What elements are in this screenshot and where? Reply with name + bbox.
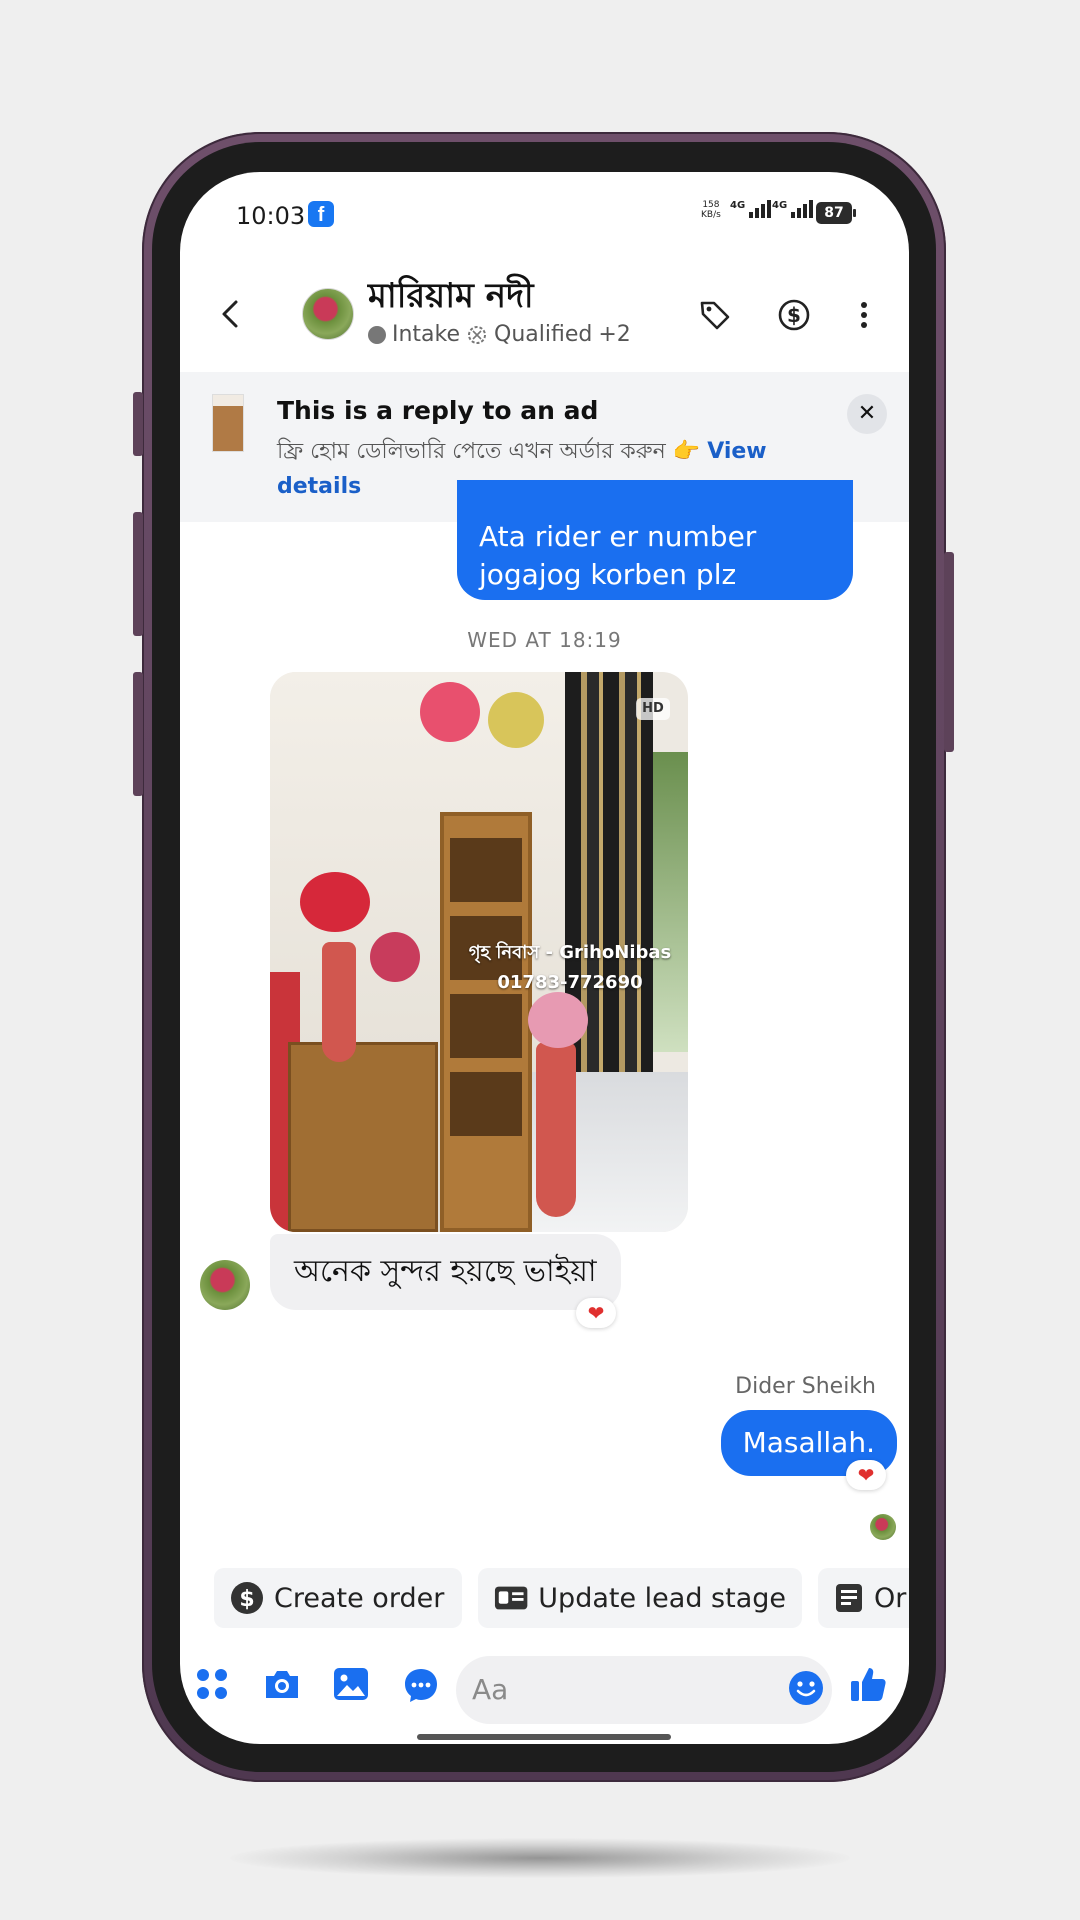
create-order-chip[interactable]: $ Create order: [214, 1568, 462, 1628]
dollar-circle-icon: $: [231, 1582, 263, 1614]
contact-avatar[interactable]: [302, 288, 354, 340]
back-arrow-icon[interactable]: [212, 294, 252, 334]
lead-stage-row[interactable]: Intake Qualified +2: [368, 322, 631, 347]
photo-message[interactable]: HD গৃহ নিবাস - GrihoNibas 01783-772690: [270, 672, 688, 1232]
more-options-icon[interactable]: [852, 298, 876, 332]
stage-intake: Intake: [392, 322, 461, 347]
message-input[interactable]: Aa: [456, 1656, 832, 1724]
order-chip[interactable]: Or: [818, 1568, 909, 1628]
heart-reaction-icon[interactable]: ❤: [846, 1460, 886, 1490]
watermark-brand: গৃহ নিবাস - GrihoNibas: [468, 942, 672, 963]
svg-text:$: $: [239, 1587, 254, 1612]
hd-badge: HD: [636, 698, 670, 720]
seen-receipt-avatar: [870, 1514, 896, 1540]
emoji-icon[interactable]: [788, 1670, 824, 1706]
sender-label: Dider Sheikh: [735, 1374, 876, 1399]
side-button-top: [133, 392, 143, 456]
conversation-header: মারিয়াম নদী Intake Qualified +2 $: [180, 258, 909, 372]
side-button-volume-down: [133, 672, 143, 796]
side-button-power: [944, 552, 954, 752]
side-button-volume-up: [133, 512, 143, 636]
order-list-icon: [836, 1584, 862, 1612]
close-banner-button[interactable]: ✕: [847, 394, 887, 434]
create-order-label: Create order: [274, 1582, 445, 1614]
contact-name[interactable]: মারিয়াম নদী: [368, 270, 534, 327]
photo-watermark: গৃহ নিবাস - GrihoNibas 01783-772690: [460, 938, 680, 998]
incoming-message[interactable]: অনেক সুন্দর হয়ছে ভাইয়া: [270, 1234, 621, 1310]
network-speed-value: 158: [702, 200, 720, 210]
order-label: Or: [874, 1582, 907, 1614]
stage-qualified: Qualified: [494, 322, 593, 347]
more-tags-count: +2: [598, 322, 631, 347]
phone-shadow: [230, 1838, 850, 1878]
heart-reaction-icon[interactable]: ❤: [576, 1298, 616, 1328]
update-lead-stage-label: Update lead stage: [538, 1582, 786, 1614]
sender-avatar[interactable]: [200, 1260, 250, 1310]
facebook-notification-icon: f: [308, 201, 334, 227]
dollar-icon[interactable]: $: [777, 298, 811, 332]
phone-screen: 10:03 f 158 KB/s 4G 4G 87 মারিয়াম নদী I…: [180, 172, 909, 1744]
gallery-icon[interactable]: [332, 1666, 370, 1702]
watermark-phone: 01783-772690: [497, 972, 643, 993]
message-timestamp: WED AT 18:19: [467, 628, 622, 652]
id-card-icon: [494, 1586, 528, 1610]
network-speed: 158 KB/s: [701, 200, 721, 220]
home-indicator[interactable]: [417, 1734, 671, 1740]
network-speed-unit: KB/s: [701, 210, 721, 220]
status-time: 10:03: [236, 202, 306, 230]
chat-bubble-icon[interactable]: [402, 1666, 440, 1704]
battery-icon: 87: [816, 202, 856, 224]
ad-body-text: ফ্রি হোম ডেলিভারি পেতে এখন অর্ডার করুন 👉: [277, 439, 701, 464]
stage-dot-icon: [368, 325, 386, 344]
ad-banner-title: This is a reply to an ad: [277, 396, 599, 425]
network-type-2: 4G: [772, 200, 788, 211]
network-type-1: 4G: [730, 200, 746, 211]
update-lead-stage-chip[interactable]: Update lead stage: [478, 1568, 802, 1628]
qualified-stage-icon: [468, 325, 487, 344]
camera-icon[interactable]: [262, 1666, 302, 1702]
tag-icon[interactable]: [698, 298, 732, 332]
message-input-placeholder: Aa: [472, 1673, 509, 1706]
status-bar: 10:03 f 158 KB/s 4G 4G 87: [180, 172, 909, 258]
signal-strength-icon-2: 4G: [772, 200, 814, 218]
signal-strength-icon: 4G: [730, 200, 772, 218]
thumbs-up-icon[interactable]: [848, 1664, 888, 1704]
svg-text:$: $: [787, 303, 801, 327]
apps-icon[interactable]: [194, 1666, 230, 1702]
ad-thumbnail[interactable]: [212, 394, 244, 452]
message-composer: Aa: [180, 1646, 909, 1726]
outgoing-message[interactable]: Ata rider er number jogajog korben plz: [457, 480, 853, 600]
